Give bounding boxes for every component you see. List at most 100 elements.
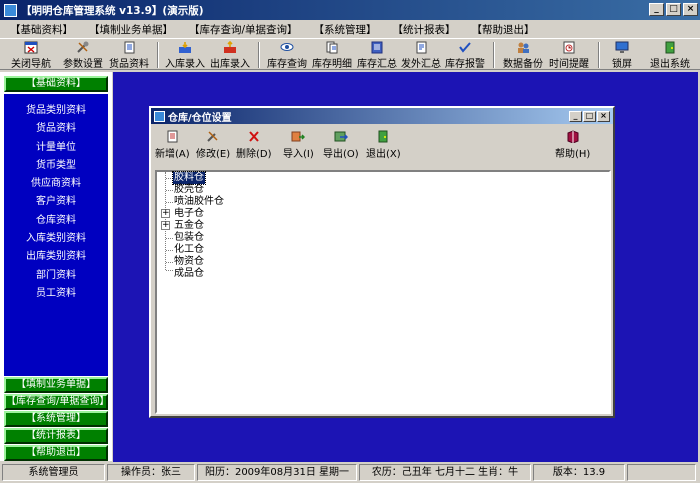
- quit-button[interactable]: 退出(X): [366, 130, 401, 160]
- nav-item-customer[interactable]: 客户资料: [4, 193, 108, 211]
- menu-help-exit[interactable]: 【帮助退出】: [464, 22, 543, 37]
- inventory-detail-button[interactable]: 库存明细: [310, 40, 354, 70]
- tree-branch-line: [166, 270, 173, 271]
- tree-node-supplies-warehouse[interactable]: 物资仓: [173, 256, 205, 268]
- stock-in-button[interactable]: 入库录入: [163, 40, 207, 70]
- app-icon: [4, 3, 17, 17]
- nav-item-inbound-category[interactable]: 入库类别资料: [4, 230, 108, 248]
- toolbar-separator: [598, 42, 600, 68]
- tree-expand-icon[interactable]: +: [161, 209, 170, 218]
- exit-door-icon: [665, 41, 675, 54]
- lock-screen-button[interactable]: 锁屏: [604, 40, 640, 70]
- warehouse-settings-dialog: 仓库/仓位设置 _ □ × 新增(A) 修改(E) 删除(D) 导入(I) 导出…: [149, 106, 615, 418]
- nav-basic-data-panel: 货品类别资料 货品资料 计量单位 货币类型 供应商资料 客户资料 仓库资料 入库…: [4, 94, 108, 376]
- menu-bar: 【基础资料】 【填制业务单据】 【库存查询/单据查询】 【系统管理】 【统计报表…: [0, 20, 700, 38]
- nav-item-unit[interactable]: 计量单位: [4, 139, 108, 157]
- export-button[interactable]: 导出(O): [323, 130, 359, 160]
- tree-node-shell-warehouse[interactable]: 胶壳仓: [173, 184, 205, 196]
- menu-statistics-reports[interactable]: 【统计报表】: [385, 22, 464, 37]
- warehouse-tree[interactable]: 胶料仓 胶壳仓 喷油胶件仓 + 电子仓 + 五金仓 包装仓 化工仓 物资仓 成品…: [155, 170, 611, 414]
- tree-node-hardware-warehouse[interactable]: 五金仓: [173, 220, 205, 232]
- time-reminder-button[interactable]: 时间提醒: [546, 40, 592, 70]
- minimize-button[interactable]: _: [649, 3, 664, 16]
- tree-node-electronics-warehouse[interactable]: 电子仓: [173, 208, 205, 220]
- app-title-bar: 【明明仓库管理系统 v13.9】(演示版) _ □ ×: [0, 0, 700, 20]
- status-operator: 操作员：张三: [107, 464, 195, 481]
- tree-node-painted-parts-warehouse[interactable]: 喷油胶件仓: [173, 196, 225, 208]
- import-button[interactable]: 导入(I): [283, 130, 314, 160]
- main-toolbar: 关闭导航 参数设置 货品资料 入库录入 出库录入 库存查询 库存明细 库存汇总 …: [0, 38, 700, 70]
- nav-item-department[interactable]: 部门资料: [4, 267, 108, 285]
- quit-door-icon: [378, 130, 388, 143]
- tree-branch-line: [166, 250, 173, 251]
- nav-header-basic-data[interactable]: 【基础资料】: [4, 76, 108, 92]
- stock-out-icon: [224, 41, 236, 53]
- tree-branch-line: [166, 178, 173, 179]
- nav-header-system-management[interactable]: 【系统管理】: [4, 411, 108, 427]
- dialog-title: 仓库/仓位设置: [168, 112, 232, 124]
- settings-icon: [77, 41, 89, 53]
- goods-doc-icon: [124, 41, 135, 54]
- inventory-query-button[interactable]: 库存查询: [265, 40, 309, 70]
- nav-item-supplier[interactable]: 供应商资料: [4, 175, 108, 193]
- add-button[interactable]: 新增(A): [155, 130, 190, 160]
- tree-node-glue-warehouse[interactable]: 胶料仓: [172, 171, 206, 185]
- nav-item-currency[interactable]: 货币类型: [4, 157, 108, 175]
- status-role: 系统管理员: [2, 464, 105, 481]
- help-button[interactable]: 帮助(H): [555, 130, 590, 160]
- menu-system-management[interactable]: 【系统管理】: [306, 22, 385, 37]
- edit-button[interactable]: 修改(E): [196, 130, 230, 160]
- close-nav-icon: [24, 41, 38, 54]
- nav-item-goods-category[interactable]: 货品类别资料: [4, 102, 108, 120]
- stock-in-icon: [179, 42, 191, 53]
- nav-item-warehouse[interactable]: 仓库资料: [4, 212, 108, 230]
- app-title: 【明明仓库管理系统 v13.9】(演示版): [21, 4, 204, 17]
- summary-book-icon: [371, 41, 383, 54]
- close-button[interactable]: ×: [683, 3, 698, 16]
- tree-node-finished-goods-warehouse[interactable]: 成品仓: [173, 268, 205, 280]
- dialog-close-button[interactable]: ×: [597, 111, 610, 122]
- inventory-alert-button[interactable]: 库存报警: [443, 40, 487, 70]
- toolbar-separator: [258, 42, 260, 68]
- tree-node-packaging-warehouse[interactable]: 包装仓: [173, 232, 205, 244]
- dialog-minimize-button[interactable]: _: [569, 111, 582, 122]
- delete-button[interactable]: 删除(D): [236, 130, 272, 160]
- dialog-maximize-button[interactable]: □: [583, 111, 596, 122]
- nav-header-statistics-reports[interactable]: 【统计报表】: [4, 428, 108, 444]
- stock-out-button[interactable]: 出库录入: [208, 40, 252, 70]
- menu-basic-data[interactable]: 【基础资料】: [2, 22, 81, 37]
- status-version: 版本：13.9: [533, 464, 625, 481]
- inventory-summary-button[interactable]: 库存汇总: [355, 40, 399, 70]
- outsource-summary-button[interactable]: 发外汇总: [399, 40, 443, 70]
- nav-item-outbound-category[interactable]: 出库类别资料: [4, 248, 108, 266]
- maximize-button[interactable]: □: [666, 3, 681, 16]
- status-solar-date: 阳历：2009年08月31日 星期一: [197, 464, 357, 481]
- status-empty: [627, 464, 696, 481]
- export-icon: [334, 131, 348, 142]
- backup-people-icon: [518, 42, 529, 53]
- menu-business-docs[interactable]: 【填制业务单据】: [81, 22, 181, 37]
- edit-tools-icon: [207, 131, 218, 142]
- tree-expand-icon[interactable]: +: [161, 221, 170, 230]
- nav-item-goods[interactable]: 货品资料: [4, 120, 108, 138]
- dialog-icon: [154, 110, 165, 122]
- lock-monitor-icon: [615, 41, 629, 53]
- help-book-icon: [567, 130, 579, 143]
- new-doc-icon: [167, 130, 178, 143]
- nav-item-employee[interactable]: 员工资料: [4, 285, 108, 303]
- nav-header-help-exit[interactable]: 【帮助退出】: [4, 445, 108, 461]
- nav-header-business-docs[interactable]: 【填制业务单据】: [4, 377, 108, 393]
- goods-button[interactable]: 货品资料: [106, 40, 152, 70]
- left-navigation: 【基础资料】 货品类别资料 货品资料 计量单位 货币类型 供应商资料 客户资料 …: [0, 72, 112, 461]
- delete-x-icon: [249, 131, 259, 142]
- tree-branch-line: [166, 190, 173, 191]
- params-button[interactable]: 参数设置: [60, 40, 106, 70]
- import-icon: [291, 131, 306, 142]
- tree-node-chemical-warehouse[interactable]: 化工仓: [173, 244, 205, 256]
- data-backup-button[interactable]: 数据备份: [500, 40, 546, 70]
- nav-header-inventory-query[interactable]: 【库存查询/单据查询】: [4, 394, 109, 410]
- close-nav-button[interactable]: 关闭导航: [8, 40, 54, 70]
- exit-system-button[interactable]: 退出系统: [646, 40, 694, 70]
- menu-inventory-query[interactable]: 【库存查询/单据查询】: [181, 22, 306, 37]
- toolbar-separator: [157, 42, 159, 68]
